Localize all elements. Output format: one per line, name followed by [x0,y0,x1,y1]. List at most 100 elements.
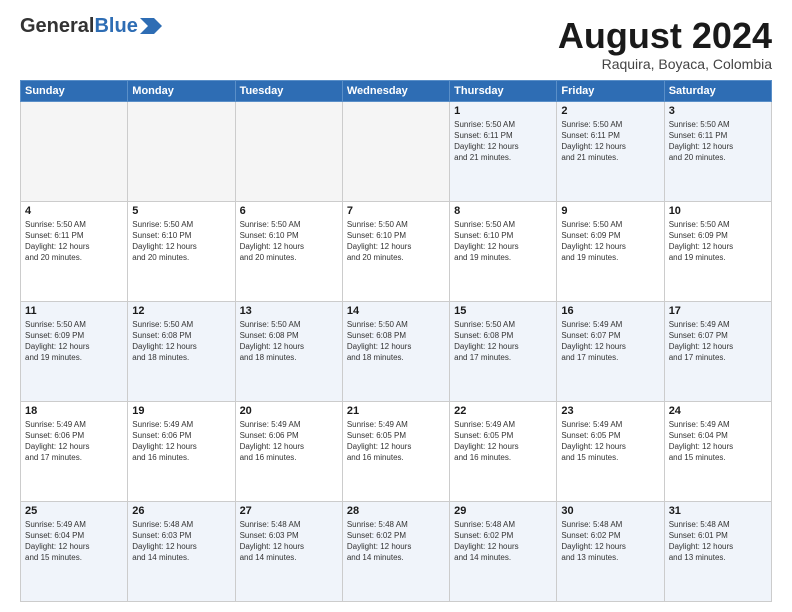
table-row: 23 Sunrise: 5:49 AM Sunset: 6:05 PM Dayli… [557,401,664,501]
table-row [128,101,235,201]
day-info: Sunrise: 5:50 AM Sunset: 6:10 PM Dayligh… [240,219,338,264]
calendar-week-row: 4 Sunrise: 5:50 AM Sunset: 6:11 PM Daylig… [21,201,772,301]
day-number: 12 [132,305,230,317]
table-row: 28Sunrise: 5:48 AM Sunset: 6:02 PM Dayli… [342,501,449,601]
header: GeneralBlue August 2024 Raquira, Boyaca,… [20,16,772,72]
day-number: 27 [240,505,338,517]
table-row: 9 Sunrise: 5:50 AM Sunset: 6:09 PM Daylig… [557,201,664,301]
day-number: 10 [669,205,767,217]
day-info: Sunrise: 5:50 AM Sunset: 6:09 PM Dayligh… [669,219,767,264]
table-row: 19 Sunrise: 5:49 AM Sunset: 6:06 PM Dayli… [128,401,235,501]
table-row: 3Sunrise: 5:50 AM Sunset: 6:11 PM Daylig… [664,101,771,201]
day-info: Sunrise: 5:49 AM Sunset: 6:05 PM Dayligh… [561,419,659,464]
calendar-week-row: 1 Sunrise: 5:50 AM Sunset: 6:11 PM Daylig… [21,101,772,201]
day-info: Sunrise: 5:49 AM Sunset: 6:06 PM Dayligh… [25,419,123,464]
day-info: Sunrise: 5:48 AM Sunset: 6:02 PM Dayligh… [561,519,659,564]
day-info: Sunrise: 5:49 AM Sunset: 6:06 PM Dayligh… [132,419,230,464]
calendar-week-row: 25 Sunrise: 5:49 AM Sunset: 6:04 PM Dayli… [21,501,772,601]
day-number: 29 [454,505,552,517]
day-info: Sunrise: 5:49 AM Sunset: 6:05 PM Dayligh… [347,419,445,464]
day-info: Sunrise: 5:48 AM Sunset: 6:03 PM Dayligh… [132,519,230,564]
day-number: 7 [347,205,445,217]
table-row: 30 Sunrise: 5:48 AM Sunset: 6:02 PM Dayli… [557,501,664,601]
day-info: Sunrise: 5:50 AM Sunset: 6:11 PM Dayligh… [669,119,767,164]
day-info: Sunrise: 5:49 AM Sunset: 6:06 PM Dayligh… [240,419,338,464]
table-row: 2 Sunrise: 5:50 AM Sunset: 6:11 PM Daylig… [557,101,664,201]
table-row: 4 Sunrise: 5:50 AM Sunset: 6:11 PM Daylig… [21,201,128,301]
day-info: Sunrise: 5:50 AM Sunset: 6:11 PM Dayligh… [25,219,123,264]
header-thursday: Thursday [450,80,557,101]
calendar-body: 1 Sunrise: 5:50 AM Sunset: 6:11 PM Daylig… [21,101,772,601]
day-number: 19 [132,405,230,417]
table-row: 7 Sunrise: 5:50 AM Sunset: 6:10 PM Daylig… [342,201,449,301]
logo-arrow-icon [140,18,162,34]
day-info: Sunrise: 5:50 AM Sunset: 6:10 PM Dayligh… [454,219,552,264]
day-info: Sunrise: 5:50 AM Sunset: 6:11 PM Dayligh… [561,119,659,164]
day-info: Sunrise: 5:49 AM Sunset: 6:04 PM Dayligh… [25,519,123,564]
day-info: Sunrise: 5:49 AM Sunset: 6:07 PM Dayligh… [669,319,767,364]
table-row: 16 Sunrise: 5:49 AM Sunset: 6:07 PM Dayli… [557,301,664,401]
header-wednesday: Wednesday [342,80,449,101]
table-row: 6 Sunrise: 5:50 AM Sunset: 6:10 PM Daylig… [235,201,342,301]
day-number: 25 [25,505,123,517]
table-row [235,101,342,201]
day-number: 24 [669,405,767,417]
header-friday: Friday [557,80,664,101]
table-row: 11Sunrise: 5:50 AM Sunset: 6:09 PM Dayli… [21,301,128,401]
day-number: 13 [240,305,338,317]
day-info: Sunrise: 5:50 AM Sunset: 6:08 PM Dayligh… [132,319,230,364]
day-number: 18 [25,405,123,417]
day-number: 14 [347,305,445,317]
logo-blue: Blue [94,15,137,37]
header-monday: Monday [128,80,235,101]
logo-general: General [20,15,94,37]
day-number: 11 [25,305,123,317]
table-row: 27 Sunrise: 5:48 AM Sunset: 6:03 PM Dayli… [235,501,342,601]
table-row: 15Sunrise: 5:50 AM Sunset: 6:08 PM Dayli… [450,301,557,401]
title-block: August 2024 Raquira, Boyaca, Colombia [558,16,772,72]
day-info: Sunrise: 5:49 AM Sunset: 6:05 PM Dayligh… [454,419,552,464]
table-row: 25 Sunrise: 5:49 AM Sunset: 6:04 PM Dayli… [21,501,128,601]
table-row: 22Sunrise: 5:49 AM Sunset: 6:05 PM Dayli… [450,401,557,501]
table-row: 5Sunrise: 5:50 AM Sunset: 6:10 PM Daylig… [128,201,235,301]
day-number: 23 [561,405,659,417]
day-number: 21 [347,405,445,417]
day-info: Sunrise: 5:50 AM Sunset: 6:10 PM Dayligh… [347,219,445,264]
table-row: 21 Sunrise: 5:49 AM Sunset: 6:05 PM Dayli… [342,401,449,501]
calendar-week-row: 18 Sunrise: 5:49 AM Sunset: 6:06 PM Dayli… [21,401,772,501]
table-row: 10 Sunrise: 5:50 AM Sunset: 6:09 PM Dayli… [664,201,771,301]
day-number: 31 [669,505,767,517]
day-info: Sunrise: 5:48 AM Sunset: 6:02 PM Dayligh… [347,519,445,564]
table-row: 26 Sunrise: 5:48 AM Sunset: 6:03 PM Dayli… [128,501,235,601]
day-number: 9 [561,205,659,217]
table-row: 18 Sunrise: 5:49 AM Sunset: 6:06 PM Dayli… [21,401,128,501]
table-row: 8 Sunrise: 5:50 AM Sunset: 6:10 PM Daylig… [450,201,557,301]
table-row: 1 Sunrise: 5:50 AM Sunset: 6:11 PM Daylig… [450,101,557,201]
day-number: 30 [561,505,659,517]
day-info: Sunrise: 5:48 AM Sunset: 6:02 PM Dayligh… [454,519,552,564]
day-number: 5 [132,205,230,217]
day-number: 1 [454,105,552,117]
location-subtitle: Raquira, Boyaca, Colombia [558,56,772,72]
table-row: 12 Sunrise: 5:50 AM Sunset: 6:08 PM Dayli… [128,301,235,401]
table-row: 20Sunrise: 5:49 AM Sunset: 6:06 PM Dayli… [235,401,342,501]
day-info: Sunrise: 5:49 AM Sunset: 6:07 PM Dayligh… [561,319,659,364]
day-number: 8 [454,205,552,217]
table-row: 14Sunrise: 5:50 AM Sunset: 6:08 PM Dayli… [342,301,449,401]
calendar-header-row: Sunday Monday Tuesday Wednesday Thursday… [21,80,772,101]
table-row: 13Sunrise: 5:50 AM Sunset: 6:08 PM Dayli… [235,301,342,401]
table-row: 17Sunrise: 5:49 AM Sunset: 6:07 PM Dayli… [664,301,771,401]
table-row: 24 Sunrise: 5:49 AM Sunset: 6:04 PM Dayli… [664,401,771,501]
day-number: 2 [561,105,659,117]
day-info: Sunrise: 5:50 AM Sunset: 6:09 PM Dayligh… [561,219,659,264]
day-info: Sunrise: 5:50 AM Sunset: 6:11 PM Dayligh… [454,119,552,164]
day-number: 6 [240,205,338,217]
header-sunday: Sunday [21,80,128,101]
day-info: Sunrise: 5:48 AM Sunset: 6:03 PM Dayligh… [240,519,338,564]
day-number: 26 [132,505,230,517]
table-row: 29 Sunrise: 5:48 AM Sunset: 6:02 PM Dayli… [450,501,557,601]
day-number: 4 [25,205,123,217]
table-row [21,101,128,201]
day-number: 16 [561,305,659,317]
day-info: Sunrise: 5:49 AM Sunset: 6:04 PM Dayligh… [669,419,767,464]
